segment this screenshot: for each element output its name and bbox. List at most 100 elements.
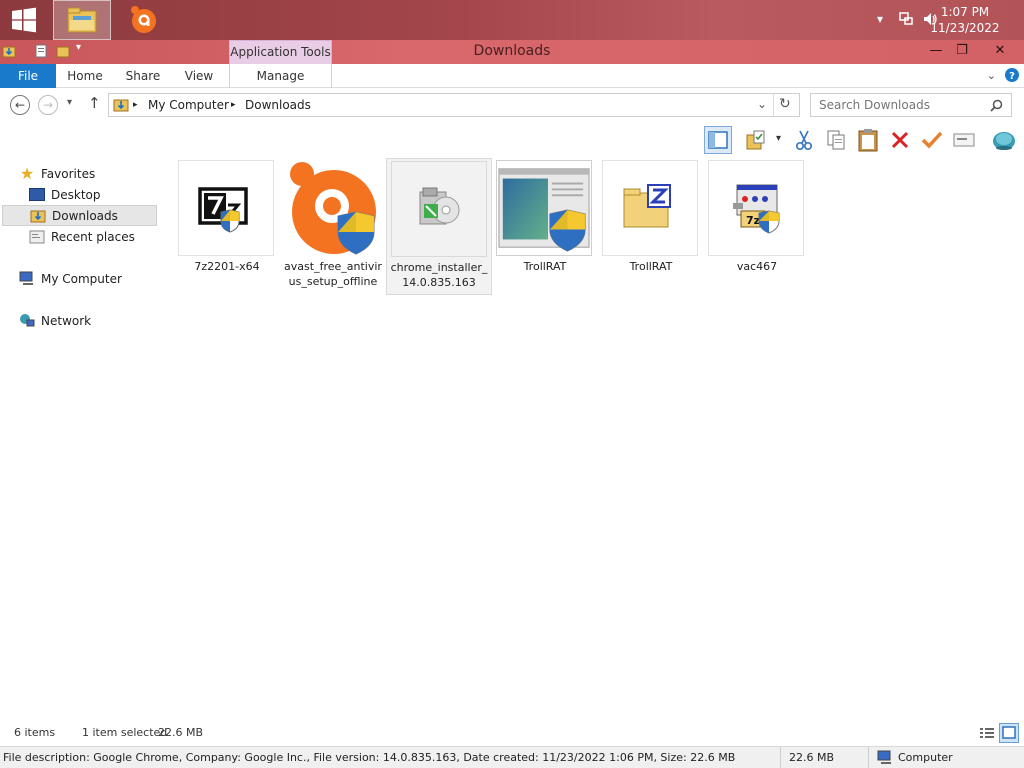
taskbar-file-explorer[interactable] (53, 0, 111, 40)
properties-icon (953, 133, 975, 147)
avast-icon (131, 6, 156, 33)
nav-my-computer[interactable]: My Computer (18, 268, 122, 289)
windows-logo-icon (12, 7, 36, 33)
address-row: ← → ▾ ↑ ▸ My Computer ▸ Downloads ⌄ ↻ (0, 89, 1024, 121)
network-tray-icon[interactable] (898, 11, 914, 27)
nav-network[interactable]: Network (18, 310, 91, 331)
maximize-button[interactable]: ❐ (948, 40, 976, 62)
selection-size: 22.6 MB (158, 726, 204, 739)
search-box[interactable] (810, 93, 1012, 117)
nav-downloads-label: Downloads (52, 208, 118, 223)
network-button[interactable] (990, 126, 1018, 154)
file-name: chrome_installer_14.0.835.163 (390, 261, 488, 289)
breadcrumb-my-computer[interactable]: My Computer (148, 98, 229, 112)
close-button[interactable]: ✕ (986, 40, 1014, 62)
file-item[interactable]: TrollRAT (598, 160, 704, 274)
downloads-folder-icon (113, 99, 129, 112)
taskbar: ▾ 1:07 PM 11/23/2022 (0, 0, 1024, 40)
item-count: 6 items (14, 726, 56, 739)
forward-button[interactable]: → (38, 95, 58, 115)
breadcrumb-separator-icon[interactable]: ▸ (133, 100, 138, 110)
file-thumbnail (602, 160, 698, 256)
preview-pane-button[interactable] (704, 126, 732, 154)
star-icon: ★ (19, 164, 35, 183)
back-button[interactable]: ← (10, 95, 30, 115)
info-location: Computer (898, 751, 953, 764)
cut-button[interactable] (790, 126, 818, 154)
info-size: 22.6 MB (789, 751, 835, 764)
file-item[interactable]: 7z vac467 (704, 160, 810, 274)
ribbon-tabs: File Home Share View Manage ⌄ ? (0, 64, 1024, 88)
avast-icon (290, 162, 376, 255)
search-input[interactable] (811, 94, 981, 116)
recent-locations-icon[interactable]: ▾ (67, 97, 72, 108)
globe-icon (993, 132, 1015, 150)
address-bar[interactable]: ▸ My Computer ▸ Downloads ⌄ ↻ (108, 93, 800, 117)
clipboard-icon (858, 129, 878, 152)
tab-share[interactable]: Share (120, 64, 166, 88)
address-history-icon[interactable]: ⌄ (757, 97, 767, 111)
minimize-button[interactable]: — (922, 40, 950, 62)
file-view: 7z2201-x64 avast_free_antivirus_setup_of… (165, 158, 1024, 718)
tab-manage[interactable]: Manage (229, 64, 332, 88)
help-icon[interactable]: ? (1004, 67, 1020, 83)
up-button[interactable]: ↑ (88, 94, 101, 112)
clock-time: 1:07 PM (940, 5, 990, 19)
file-item-selected[interactable]: chrome_installer_14.0.835.163 (386, 158, 492, 295)
taskbar-avast[interactable] (118, 0, 168, 40)
tray-expand-icon[interactable]: ▾ (877, 12, 883, 26)
organize-button[interactable] (742, 126, 770, 154)
breadcrumb-downloads[interactable]: Downloads (245, 98, 311, 112)
desktop-icon (28, 187, 46, 203)
recent-places-icon (28, 229, 46, 245)
selection-count: 1 item selected (82, 726, 168, 739)
breadcrumb-separator-icon[interactable]: ▸ (231, 100, 236, 110)
nav-favorites-label: Favorites (41, 166, 96, 181)
file-item[interactable]: avast_free_antivirus_setup_offline (280, 160, 386, 289)
nav-downloads[interactable]: Downloads (2, 205, 157, 226)
large-icons-view-button[interactable] (999, 723, 1019, 743)
details-info-bar: File description: Google Chrome, Company… (0, 746, 1024, 768)
zip-folder-icon (623, 184, 671, 228)
network-icon (18, 313, 36, 329)
rename-button[interactable] (918, 126, 946, 154)
nav-recent-places[interactable]: Recent places (28, 226, 135, 247)
file-description: File description: Google Chrome, Company… (3, 751, 736, 764)
organize-dropdown-icon[interactable]: ▾ (776, 133, 781, 144)
file-item[interactable]: TrollRAT (492, 160, 598, 274)
system-clock[interactable]: 1:07 PM 11/23/2022 (930, 4, 1000, 36)
file-thumbnail (496, 160, 592, 256)
details-view-button[interactable] (977, 723, 997, 743)
7zip-icon (198, 187, 248, 233)
file-name: TrollRAT (629, 260, 673, 273)
expand-ribbon-icon[interactable]: ⌄ (987, 69, 996, 82)
delete-button[interactable] (886, 126, 914, 154)
copy-button[interactable] (822, 126, 850, 154)
delete-icon (891, 131, 909, 149)
nav-favorites[interactable]: ★ Favorites (18, 163, 95, 184)
paste-button[interactable] (854, 126, 882, 154)
checkmark-icon (921, 131, 943, 149)
nav-my-computer-label: My Computer (41, 271, 122, 286)
start-button[interactable] (0, 0, 48, 40)
nav-desktop[interactable]: Desktop (28, 184, 101, 205)
file-name: avast_free_antivirus_setup_offline (284, 260, 382, 288)
search-icon[interactable] (990, 99, 1003, 112)
file-name: TrollRAT (523, 260, 567, 273)
tab-file[interactable]: File (0, 64, 56, 88)
window-app-icon (498, 168, 590, 252)
file-item[interactable]: 7z2201-x64 (174, 160, 280, 274)
file-thumbnail (391, 161, 487, 257)
title-bar: ▾ Application Tools Downloads — ❐ ✕ (0, 40, 1024, 64)
tab-view[interactable]: View (176, 64, 222, 88)
properties-button[interactable] (950, 126, 978, 154)
refresh-icon[interactable]: ↻ (779, 96, 791, 112)
svg-text:7z: 7z (746, 214, 760, 227)
large-icons-view-icon (1002, 726, 1016, 739)
file-name: vac467 (736, 260, 778, 273)
7z-setup-icon: 7z (733, 184, 780, 234)
nav-recent-places-label: Recent places (51, 229, 135, 244)
tab-home[interactable]: Home (62, 64, 108, 88)
folder-check-icon (746, 130, 765, 150)
computer-icon (18, 271, 36, 287)
